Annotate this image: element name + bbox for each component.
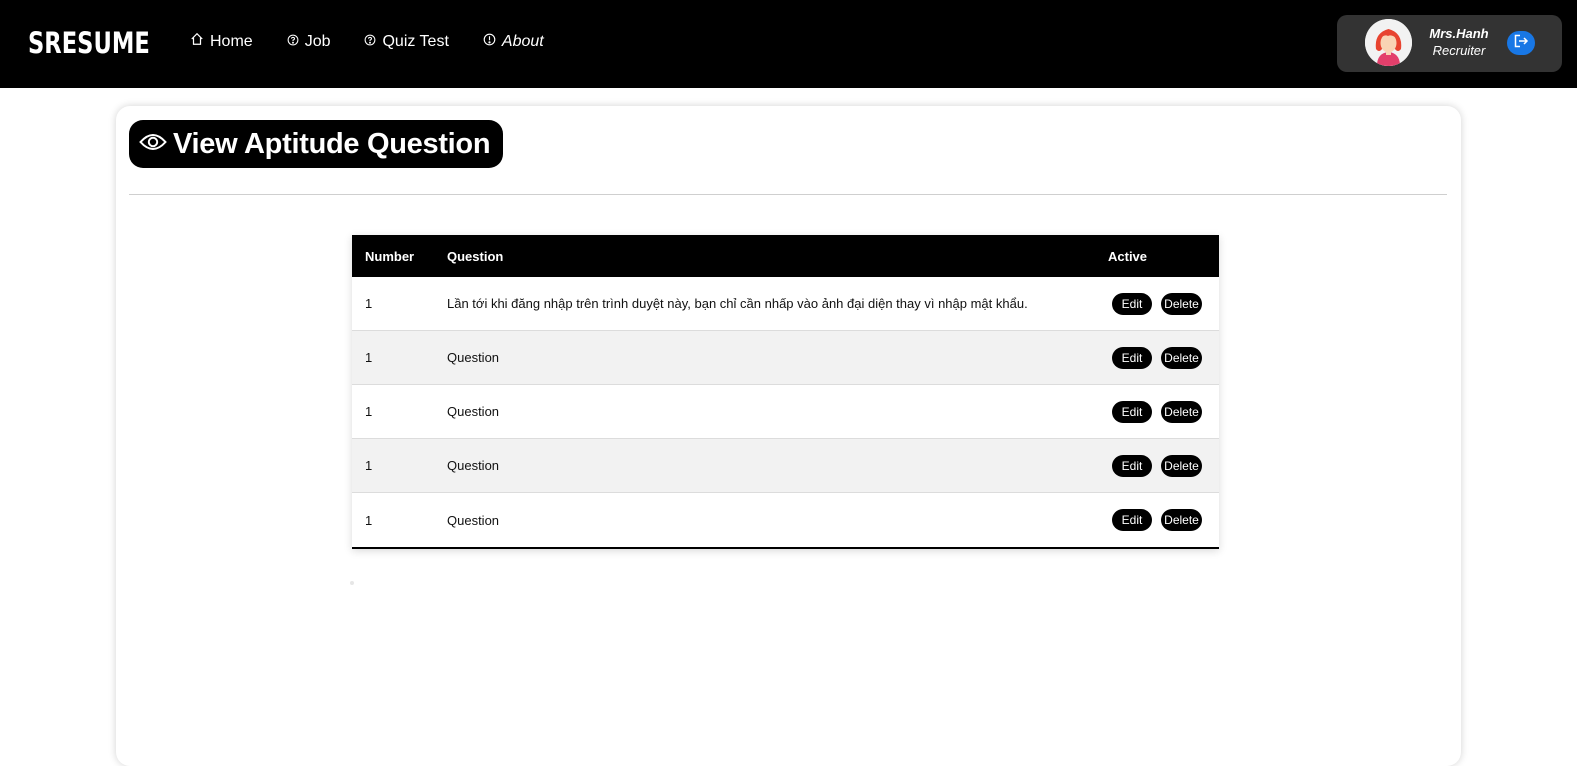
- table-row: 1 Question Edit Delete: [352, 439, 1219, 493]
- nav-label-job: Job: [304, 33, 331, 50]
- main-nav: Home Job Quiz Test About: [190, 30, 578, 54]
- page-title: View Aptitude Question: [129, 120, 504, 168]
- row-question: Lần tới khi đăng nhập trên trình duyệt n…: [447, 296, 1028, 311]
- help-circle-icon: [364, 30, 382, 54]
- avatar[interactable]: [1365, 19, 1412, 66]
- nav-item-quiz-test[interactable]: Quiz Test: [364, 30, 449, 54]
- header-number: Number: [365, 248, 415, 264]
- delete-button[interactable]: Delete: [1161, 346, 1202, 369]
- row-number: 1: [365, 512, 373, 528]
- nav-label-home: Home: [210, 33, 253, 50]
- row-number: 1: [365, 350, 373, 365]
- logout-icon: [1513, 34, 1529, 53]
- row-question: Question: [447, 404, 500, 419]
- row-number: 1: [365, 458, 373, 473]
- table-row: 1 Question Edit Delete: [352, 385, 1219, 439]
- eye-icon: [139, 132, 173, 157]
- nav-item-about[interactable]: About: [483, 30, 544, 54]
- table-row: 1 Question Edit Delete: [352, 493, 1219, 547]
- user-role: Recruiter: [1432, 43, 1486, 58]
- user-menu: Mrs.Hanh Recruiter: [1337, 15, 1562, 72]
- home-icon: [190, 30, 210, 54]
- row-number: 1: [365, 404, 373, 419]
- divider: [129, 194, 1447, 195]
- row-actions: Edit Delete: [1088, 346, 1219, 369]
- row-number: 1: [365, 296, 373, 311]
- row-question: Question: [447, 512, 500, 528]
- edit-button[interactable]: Edit: [1112, 292, 1152, 315]
- help-circle-icon: [287, 30, 305, 54]
- edit-button[interactable]: Edit: [1112, 400, 1152, 423]
- row-actions: Edit Delete: [1088, 454, 1219, 477]
- user-name: Mrs.Hanh: [1429, 26, 1489, 41]
- header-question: Question: [447, 248, 504, 264]
- content-card: View Aptitude Question Number Question A…: [116, 106, 1461, 766]
- row-actions: Edit Delete: [1088, 509, 1219, 531]
- nav-item-home[interactable]: Home: [190, 30, 253, 54]
- row-question: Question: [447, 350, 500, 365]
- nav-label-quiz-test: Quiz Test: [382, 33, 449, 50]
- edit-button[interactable]: Edit: [1112, 346, 1152, 369]
- decorative-dot: [350, 581, 354, 585]
- questions-table: Number Question Active 1 Lần tới khi đăn…: [352, 235, 1219, 549]
- table-header: Number Question Active: [352, 235, 1219, 277]
- page-title-text: View Aptitude Question: [173, 128, 491, 160]
- delete-button[interactable]: Delete: [1161, 292, 1202, 315]
- logout-button[interactable]: [1507, 31, 1535, 55]
- edit-button[interactable]: Edit: [1112, 454, 1152, 477]
- header-active: Active: [1108, 248, 1148, 264]
- top-navbar: SRESUME Home Job Quiz Test About Mrs.Han…: [0, 0, 1577, 88]
- row-actions: Edit Delete: [1088, 400, 1219, 423]
- delete-button[interactable]: Delete: [1161, 454, 1202, 477]
- info-circle-icon: [483, 30, 502, 54]
- row-actions: Edit Delete: [1088, 292, 1219, 315]
- nav-item-job[interactable]: Job: [287, 30, 331, 54]
- table-row: 1 Question Edit Delete: [352, 331, 1219, 385]
- edit-button[interactable]: Edit: [1112, 509, 1152, 531]
- row-question: Question: [447, 458, 500, 473]
- nav-label-about: About: [501, 33, 544, 50]
- delete-button[interactable]: Delete: [1161, 400, 1202, 423]
- brand-logo[interactable]: SRESUME: [28, 26, 150, 60]
- delete-button[interactable]: Delete: [1161, 509, 1202, 531]
- table-row: 1 Lần tới khi đăng nhập trên trình duyệt…: [352, 277, 1219, 331]
